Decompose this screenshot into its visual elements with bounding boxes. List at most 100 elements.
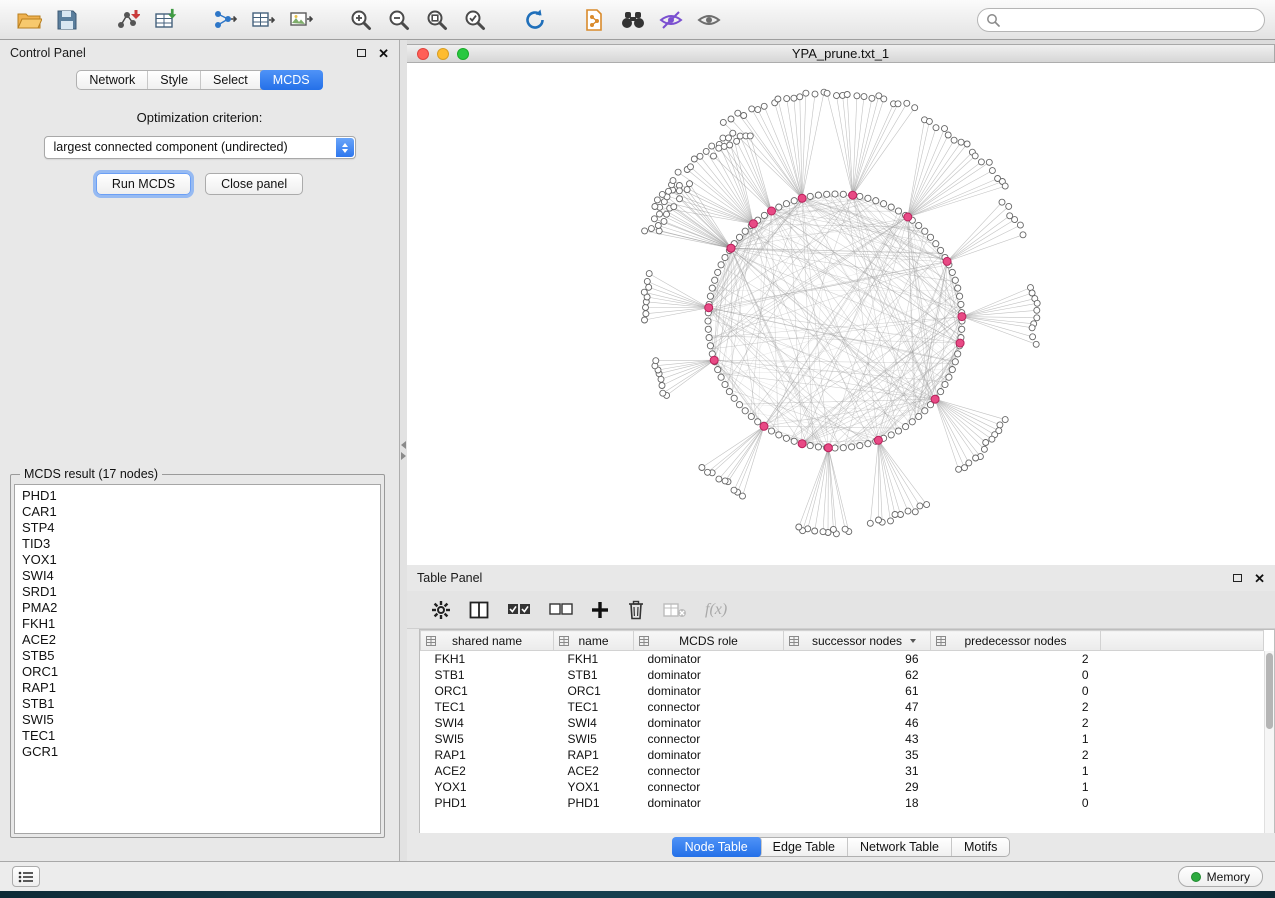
table-row[interactable]: FKH1FKH1dominator962 (421, 651, 1264, 667)
mcds-result-list[interactable]: PHD1CAR1STP4TID3YOX1SWI4SRD1PMA2FKH1ACE2… (14, 484, 381, 834)
optimization-criterion-select[interactable]: largest connected component (undirected) (44, 136, 356, 159)
memory-button[interactable]: Memory (1178, 866, 1263, 887)
plus-icon (591, 601, 609, 619)
refresh-layout-button[interactable] (516, 4, 554, 36)
show-columns-button[interactable] (469, 601, 489, 619)
column-type-icon (426, 636, 436, 646)
export-image-button[interactable] (282, 4, 320, 36)
table-settings-button[interactable] (431, 600, 451, 620)
function-builder-button-disabled: f(x) (705, 601, 727, 619)
search-input[interactable] (1004, 13, 1256, 27)
export-network-button[interactable] (206, 4, 244, 36)
deselect-all-button[interactable] (549, 603, 573, 617)
table-row[interactable]: SWI5SWI5connector431 (421, 731, 1264, 747)
collapse-left-icon[interactable] (401, 441, 406, 449)
show-graphics-button[interactable] (690, 4, 728, 36)
table-row[interactable]: SWI4SWI4dominator462 (421, 715, 1264, 731)
mcds-result-item[interactable]: CAR1 (22, 504, 380, 520)
network-canvas[interactable] (407, 63, 1275, 565)
mcds-result-item[interactable]: STB5 (22, 648, 380, 664)
column-header-name[interactable]: name (554, 631, 634, 651)
tab-edge-table[interactable]: Edge Table (761, 838, 848, 856)
share-document-button[interactable] (576, 4, 614, 36)
mcds-result-item[interactable]: TID3 (22, 536, 380, 552)
mcds-result-item[interactable]: GCR1 (22, 744, 380, 760)
table-cell: 2 (931, 747, 1101, 763)
column-header-MCDS-role[interactable]: MCDS role (634, 631, 784, 651)
mcds-result-item[interactable]: SRD1 (22, 584, 380, 600)
mcds-result-item[interactable]: YOX1 (22, 552, 380, 568)
delete-column-button[interactable] (627, 600, 645, 620)
add-column-button[interactable] (591, 601, 609, 619)
run-mcds-button[interactable]: Run MCDS (96, 173, 191, 195)
table-row[interactable]: STB1STB1dominator620 (421, 667, 1264, 683)
mcds-result-item[interactable]: TEC1 (22, 728, 380, 744)
table-row[interactable]: RAP1RAP1dominator352 (421, 747, 1264, 763)
close-table-panel-icon[interactable]: ✕ (1254, 572, 1265, 585)
table-row[interactable]: ORC1ORC1dominator610 (421, 683, 1264, 699)
mcds-result-item[interactable]: STB1 (22, 696, 380, 712)
zoom-selected-button[interactable] (456, 4, 494, 36)
tab-select[interactable]: Select (201, 71, 261, 89)
panel-menu-button[interactable] (12, 866, 40, 887)
table-cell: 18 (784, 795, 931, 811)
mcds-result-item[interactable]: SWI5 (22, 712, 380, 728)
table-cell: 62 (784, 667, 931, 683)
float-table-panel-icon[interactable] (1233, 574, 1242, 582)
export-table-button[interactable] (244, 4, 282, 36)
mcds-result-item[interactable]: ORC1 (22, 664, 380, 680)
zoom-in-button[interactable] (342, 4, 380, 36)
tab-motifs[interactable]: Motifs (952, 838, 1009, 856)
table-cell: 29 (784, 779, 931, 795)
table-scrollbar[interactable] (1264, 651, 1274, 833)
tab-mcds[interactable]: MCDS (260, 70, 323, 90)
table-row[interactable]: ACE2ACE2connector311 (421, 763, 1264, 779)
close-panel-button[interactable]: Close panel (205, 173, 303, 195)
mcds-result-item[interactable]: PMA2 (22, 600, 380, 616)
table-cell: 43 (784, 731, 931, 747)
mcds-result-item[interactable]: RAP1 (22, 680, 380, 696)
mcds-result-item[interactable]: ACE2 (22, 632, 380, 648)
tab-style[interactable]: Style (148, 71, 201, 89)
table-cell: ORC1 (421, 683, 554, 699)
import-network-button[interactable] (108, 4, 146, 36)
table-cell-filler (1101, 731, 1264, 747)
column-header-predecessor-nodes[interactable]: predecessor nodes (931, 631, 1101, 651)
select-all-button[interactable] (507, 603, 531, 617)
save-button[interactable] (48, 4, 86, 36)
import-table-button[interactable] (146, 4, 184, 36)
tab-network[interactable]: Network (77, 71, 148, 89)
network-window-titlebar[interactable]: YPA_prune.txt_1 (407, 45, 1274, 63)
zoom-out-button[interactable] (380, 4, 418, 36)
open-file-button[interactable] (10, 4, 48, 36)
zoom-fit-button[interactable] (418, 4, 456, 36)
table-row[interactable]: TEC1TEC1connector472 (421, 699, 1264, 715)
table-cell: YOX1 (554, 779, 634, 795)
expand-right-icon[interactable] (401, 452, 406, 460)
table-cell-filler (1101, 747, 1264, 763)
open-folder-icon (16, 9, 42, 31)
mcds-result-item[interactable]: PHD1 (22, 488, 380, 504)
hide-annotations-button[interactable] (652, 4, 690, 36)
table-cell: ACE2 (421, 763, 554, 779)
column-header-successor-nodes[interactable]: successor nodes (784, 631, 931, 651)
tab-network-table[interactable]: Network Table (848, 838, 952, 856)
search-network-button[interactable] (614, 4, 652, 36)
gear-icon (431, 600, 451, 620)
column-dropdown-icon[interactable] (910, 639, 916, 643)
scrollbar-thumb[interactable] (1266, 653, 1273, 729)
close-panel-icon[interactable]: ✕ (378, 47, 389, 60)
mcds-result-item[interactable]: FKH1 (22, 616, 380, 632)
column-header-shared-name[interactable]: shared name (421, 631, 554, 651)
panel-splitter[interactable] (400, 40, 407, 861)
control-panel: Control Panel ✕ NetworkStyleSelectMCDS O… (0, 40, 400, 861)
search-box (977, 8, 1265, 32)
mcds-result-item[interactable]: SWI4 (22, 568, 380, 584)
mcds-result-item[interactable]: STP4 (22, 520, 380, 536)
column-header-label: name (578, 634, 608, 648)
table-row[interactable]: PHD1PHD1dominator180 (421, 795, 1264, 811)
tab-node-table[interactable]: Node Table (672, 837, 762, 857)
table-cell-filler (1101, 779, 1264, 795)
float-panel-icon[interactable] (357, 49, 366, 57)
table-row[interactable]: YOX1YOX1connector291 (421, 779, 1264, 795)
